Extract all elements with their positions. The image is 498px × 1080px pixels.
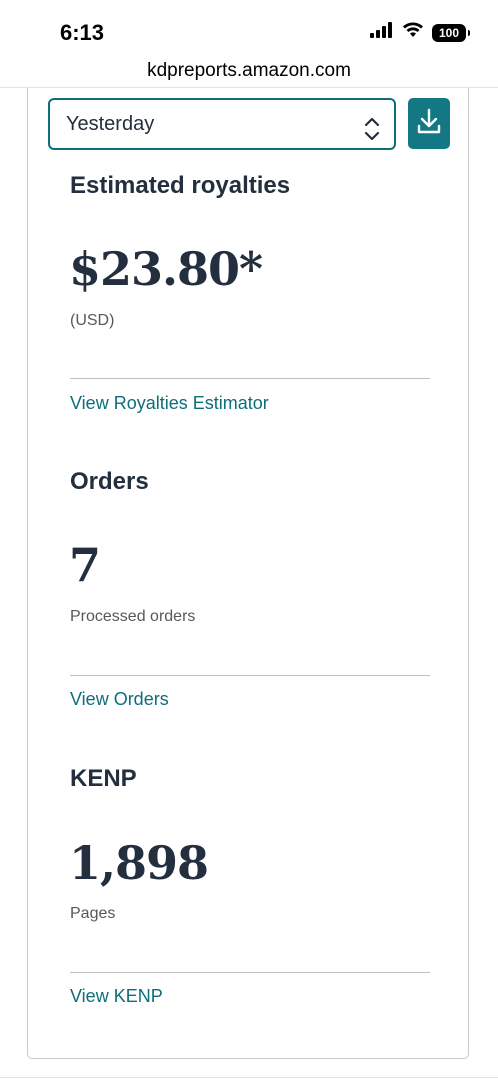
view-orders-link[interactable]: View Orders — [70, 689, 169, 710]
status-bar: 6:13 100 — [0, 0, 498, 54]
bottom-divider — [0, 1077, 498, 1078]
view-kenp-link[interactable]: View KENP — [70, 986, 163, 1007]
orders-divider — [70, 675, 430, 676]
kenp-title: KENP — [70, 765, 137, 792]
royalties-currency: (USD) — [70, 312, 115, 329]
kenp-divider — [70, 972, 430, 973]
royalties-value: $23.80* — [69, 242, 263, 296]
orders-title: Orders — [70, 468, 149, 495]
kenp-label: Pages — [70, 905, 116, 922]
dashboard-card: Yesterday Estimated royalties $23.80* (U… — [27, 88, 469, 1059]
royalties-title: Estimated royalties — [70, 172, 291, 199]
royalties-divider — [70, 378, 430, 379]
status-time: 6:13 — [60, 20, 105, 45]
kenp-value: 1,898 — [69, 836, 209, 890]
battery-icon: 100 — [432, 23, 470, 42]
view-royalties-estimator-link[interactable]: View Royalties Estimator — [70, 393, 269, 414]
signal-icon — [370, 22, 394, 43]
date-range-select[interactable]: Yesterday — [48, 98, 396, 150]
orders-value: 7 — [69, 538, 101, 592]
download-button[interactable] — [408, 98, 450, 149]
orders-label: Processed orders — [70, 608, 196, 625]
date-range-value: Yesterday — [66, 113, 155, 135]
chevron-up-down-icon — [364, 112, 380, 141]
status-icons: 100 — [370, 22, 470, 43]
wifi-icon — [402, 22, 424, 43]
download-icon — [416, 107, 442, 140]
url-bar[interactable]: kdpreports.amazon.com — [0, 54, 498, 88]
